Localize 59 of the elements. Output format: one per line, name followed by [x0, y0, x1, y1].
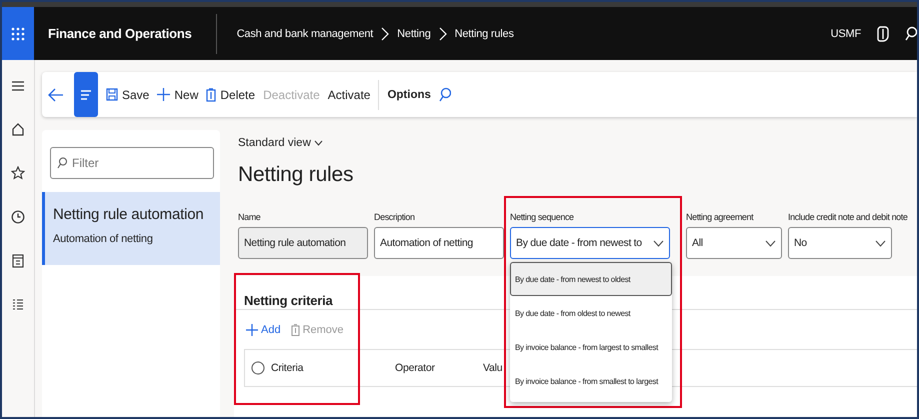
waffle-icon	[11, 26, 25, 40]
field-label: Netting sequence	[510, 211, 575, 223]
chevron-icon	[438, 26, 447, 40]
menu-icon[interactable]	[11, 80, 25, 92]
toolbar-button[interactable]: Save	[106, 88, 150, 102]
text-field[interactable]: Automation of netting	[374, 227, 504, 259]
menu-button[interactable]	[74, 72, 98, 117]
company-code[interactable]: USMF	[830, 28, 861, 40]
field-label: Name	[238, 211, 262, 223]
column-header[interactable]: Criteria	[271, 362, 304, 374]
plus-icon	[246, 324, 258, 336]
list-icon[interactable]	[12, 298, 24, 312]
copilot-icon[interactable]	[875, 24, 891, 42]
chevron-icon	[381, 26, 390, 40]
select-all-radio[interactable]	[251, 361, 265, 375]
star-icon[interactable]	[11, 166, 25, 180]
filter-field[interactable]: Filter	[50, 147, 214, 179]
toolbar-tab[interactable]: Options	[387, 88, 431, 100]
section-title: Netting criteria	[244, 293, 333, 308]
view-selector[interactable]: Standard view	[238, 137, 323, 149]
back-arrow-icon[interactable]	[48, 88, 64, 102]
plus-icon	[157, 88, 170, 101]
breadcrumb-link[interactable]: Cash and bank management	[236, 28, 374, 40]
dropdown-field[interactable]: All	[686, 227, 782, 259]
toolbar-button[interactable]: Delete	[206, 88, 256, 102]
home-icon[interactable]	[11, 122, 25, 136]
chevron-down-icon	[765, 240, 776, 246]
search-icon[interactable]	[905, 26, 917, 42]
toolbar-button[interactable]: New	[157, 88, 198, 102]
trash-icon	[206, 88, 216, 102]
breadcrumb-link[interactable]: Netting	[397, 28, 431, 40]
page-title: Netting rules	[238, 163, 354, 187]
dropdown-option[interactable]: By due date - from newest to oldest	[510, 262, 672, 296]
breadcrumb-link[interactable]: Netting rules	[454, 28, 514, 40]
trash-icon	[290, 324, 300, 336]
column-header[interactable]: Operator	[395, 362, 435, 374]
chevron-down-icon	[314, 140, 323, 146]
item-subtitle: Automation of netting	[53, 233, 154, 245]
app-title: Finance and Operations	[48, 26, 192, 41]
column-header[interactable]: Valu	[483, 362, 502, 374]
grid-action-button[interactable]: Add	[246, 321, 281, 339]
toolbar-button[interactable]: Activate	[328, 88, 370, 102]
field-label: Netting agreement	[686, 211, 754, 223]
app-launcher-button[interactable]	[2, 7, 34, 60]
chevron-down-icon	[653, 240, 664, 246]
field-label: Description	[374, 211, 416, 223]
dropdown-option[interactable]: By due date - from oldest to newest	[510, 296, 672, 330]
clock-icon[interactable]	[11, 210, 25, 224]
workspace-icon[interactable]	[12, 254, 24, 268]
save-icon	[106, 88, 118, 101]
dropdown-field[interactable]: No	[788, 227, 892, 259]
dropdown-option[interactable]: By invoice balance - from smallest to largest	[510, 364, 672, 398]
dropdown-field[interactable]: By due date - from newest to	[510, 227, 670, 259]
lines-icon	[80, 90, 92, 100]
dropdown-option[interactable]: By invoice balance - from largest to smallest	[510, 330, 672, 364]
list-item[interactable]: Netting rule automation Automation of netting	[42, 192, 220, 265]
chevron-down-icon	[875, 240, 886, 246]
field-label: Include credit note and debit note	[788, 211, 908, 223]
item-title: Netting rule automation	[53, 206, 204, 223]
